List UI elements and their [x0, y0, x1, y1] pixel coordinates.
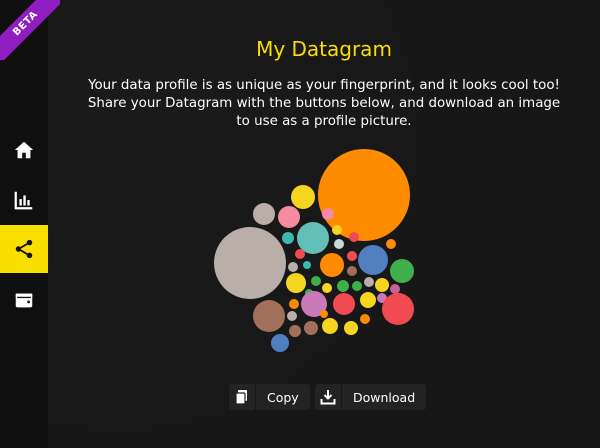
datagram-bubble — [214, 227, 286, 299]
datagram-bubble — [390, 284, 400, 294]
datagram-chart — [214, 149, 414, 352]
datagram-bubble — [360, 314, 370, 324]
datagram-bubble — [360, 292, 376, 308]
datagram-bubble — [322, 283, 332, 293]
copy-icon — [229, 384, 256, 410]
datagram-bubble — [253, 203, 275, 225]
datagram-bubble — [334, 239, 344, 249]
datagram-bubble — [382, 293, 414, 325]
datagram-bubble — [286, 273, 306, 293]
datagram-bubble — [390, 259, 414, 283]
datagram-bubble — [253, 300, 285, 332]
datagram-bubble — [364, 277, 374, 287]
copy-button[interactable]: Copy — [229, 384, 310, 410]
datagram-bubble — [333, 293, 355, 315]
datagram-bubble — [278, 206, 300, 228]
datagram-bubble — [386, 239, 396, 249]
datagram-bubble — [291, 185, 315, 209]
datagram-bubble — [344, 321, 358, 335]
datagram-bubble — [347, 266, 357, 276]
datagram-bubble — [322, 318, 338, 334]
datagram-bubble — [297, 222, 329, 254]
datagram-bubble — [332, 225, 342, 235]
copy-label: Copy — [267, 389, 299, 405]
datagram-bubble — [282, 232, 294, 244]
datagram-bubble — [347, 251, 357, 261]
datagram-bubble — [358, 245, 388, 275]
datagram-bubble — [304, 321, 318, 335]
datagram-bubble — [320, 310, 328, 318]
datagram-bubble — [289, 299, 299, 309]
datagram-bubble — [271, 334, 289, 352]
datagram-bubble — [322, 208, 334, 220]
datagram-bubble — [303, 261, 311, 269]
datagram-bubble — [320, 253, 344, 277]
datagram-bubble — [287, 311, 297, 321]
download-icon — [315, 384, 342, 410]
datagram-bubble — [311, 276, 321, 286]
datagram-bubble — [352, 281, 362, 291]
datagram-bubble — [289, 325, 301, 337]
datagram-bubble — [349, 232, 359, 242]
datagram-bubble — [295, 249, 305, 259]
download-label: Download — [353, 389, 416, 405]
datagram-bubble — [337, 280, 349, 292]
datagram-bubble — [318, 149, 410, 241]
datagram-bubble — [375, 278, 389, 292]
download-button[interactable]: Download — [315, 384, 427, 410]
datagram-bubble — [288, 262, 298, 272]
